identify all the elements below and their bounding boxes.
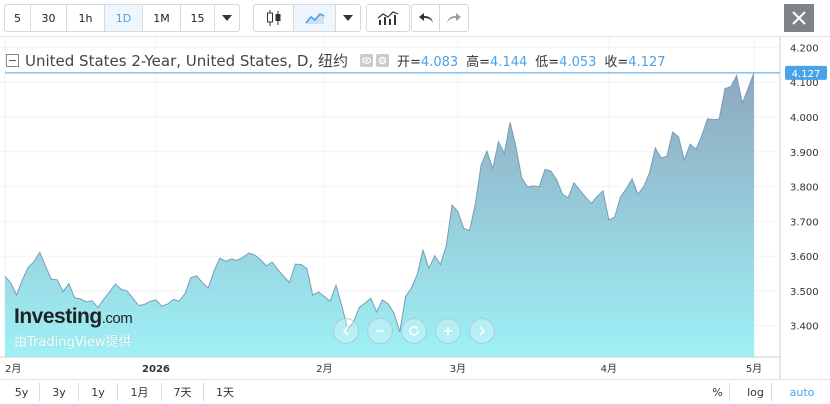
x-tick-label: 2月 [316, 363, 332, 375]
interval-1m-button[interactable]: 1M [143, 5, 181, 31]
auto-scale-button[interactable]: auto [782, 383, 822, 401]
x-axis[interactable]: 2月20262月3月4月5月20 [5, 363, 830, 375]
zoom-out-button[interactable] [367, 318, 393, 344]
low-value: 4.053 [559, 54, 597, 70]
chart-widget: 5 30 1h 1D 1M 15 4.200 4.100 4.000 3.900… [0, 0, 830, 404]
close-button[interactable] [784, 4, 814, 32]
reset-zoom-button[interactable] [401, 318, 427, 344]
interval-dropdown-button[interactable] [215, 5, 239, 31]
range-3y-button[interactable]: 3y [40, 383, 79, 401]
area-chart-icon [304, 13, 324, 24]
low-label: 低= [535, 54, 560, 70]
range-7d-button[interactable]: 7天 [162, 383, 204, 401]
close-icon [792, 11, 806, 25]
interval-selector: 5 30 1h 1D 1M 15 [4, 4, 240, 32]
y-tick-label: 4.100 [790, 78, 819, 89]
history-group [411, 4, 469, 32]
indicators-icon [377, 11, 399, 25]
interval-5-button[interactable]: 5 [5, 5, 31, 31]
ohlc-open: 开=4.083 [397, 51, 458, 70]
zoom-in-button[interactable] [435, 318, 461, 344]
indicators-button[interactable] [367, 5, 409, 31]
chevron-down-icon [343, 15, 353, 21]
brand-suffix: .com [101, 310, 133, 327]
open-value: 4.083 [420, 54, 459, 70]
open-label: 开= [397, 54, 421, 70]
range-1m-button[interactable]: 1月 [118, 383, 162, 401]
y-tick-label: 4.200 [790, 43, 819, 54]
eye-icon [362, 56, 372, 64]
area-chart-button[interactable] [294, 5, 336, 31]
chevron-down-icon [222, 15, 232, 21]
x-tick-label: 2026 [142, 364, 170, 375]
series-legend: United States 2-Year, United States, D, … [6, 49, 666, 71]
ohlc-close: 收=4.127 [604, 51, 665, 70]
provider-caption: 由TradingView提供 [14, 335, 132, 350]
ohlc-low: 低=4.053 [535, 51, 596, 70]
range-1y-button[interactable]: 1y [79, 383, 118, 401]
brand-name: Investing [14, 305, 102, 328]
redo-button[interactable] [440, 5, 468, 31]
undo-button[interactable] [412, 5, 440, 31]
high-label: 高= [466, 54, 491, 70]
x-tick-label: 2月 [5, 363, 21, 375]
last-price-tag: 4.127 [785, 65, 827, 80]
ohlc-high: 高=4.144 [466, 51, 527, 70]
visibility-toggle-button[interactable] [360, 53, 374, 67]
interval-15-button[interactable]: 15 [181, 5, 215, 31]
candlestick-button[interactable] [254, 5, 294, 31]
minus-icon [376, 330, 384, 332]
range-1d-button[interactable]: 1天 [204, 383, 246, 401]
series-title: United States 2-Year, United States, D, … [25, 51, 349, 70]
chart-nav-controls [333, 318, 495, 344]
percent-scale-button[interactable]: % [706, 383, 730, 401]
chart-toolbar: 5 30 1h 1D 1M 15 [0, 0, 830, 37]
interval-1d-button[interactable]: 1D [105, 5, 143, 31]
series-settings-button[interactable] [376, 53, 390, 67]
interval-30-button[interactable]: 30 [31, 5, 67, 31]
plus-icon [444, 327, 452, 335]
close-value: 4.127 [628, 54, 666, 70]
refresh-icon [409, 326, 419, 336]
y-axis[interactable]: 4.200 4.100 4.000 3.900 3.800 3.700 3.600 3.500… [790, 43, 819, 332]
x-tick-label: 4月 [601, 363, 617, 375]
log-scale-button[interactable]: log [740, 383, 772, 401]
indicators-group [366, 4, 410, 32]
scroll-right-button[interactable] [469, 318, 495, 344]
investing-watermark: Investing.com 由TradingView提供 [14, 305, 133, 350]
y-tick-label: 3.700 [790, 217, 819, 228]
y-tick-label: 4.000 [790, 113, 819, 124]
brand-logo: Investing.com [14, 305, 133, 329]
close-label: 收= [604, 54, 629, 70]
scroll-left-button[interactable] [333, 318, 359, 344]
interval-1h-button[interactable]: 1h [67, 5, 105, 31]
x-tick-label: 5月 [746, 363, 762, 375]
undo-icon [418, 13, 433, 23]
x-tick-label: 3月 [450, 363, 466, 375]
collapse-legend-button[interactable] [6, 53, 19, 67]
high-value: 4.144 [490, 54, 528, 70]
candlestick-icon [266, 10, 280, 26]
y-tick-label: 3.600 [790, 252, 819, 263]
last-price-label: 4.127 [792, 69, 821, 80]
chart-type-dropdown-button[interactable] [336, 5, 360, 31]
chart-type-selector [253, 4, 361, 32]
range-bar: 5y 3y 1y 1月 7天 1天 % log auto [0, 379, 830, 404]
y-tick-label: 3.500 [790, 287, 819, 298]
redo-icon [447, 13, 461, 23]
chevron-right-icon [479, 326, 486, 336]
range-5y-button[interactable]: 5y [4, 383, 40, 401]
chevron-left-icon [342, 326, 349, 336]
y-tick-label: 3.400 [790, 322, 819, 333]
gear-icon [378, 56, 387, 64]
y-tick-label: 3.900 [790, 148, 819, 159]
y-tick-label: 3.800 [790, 183, 819, 194]
